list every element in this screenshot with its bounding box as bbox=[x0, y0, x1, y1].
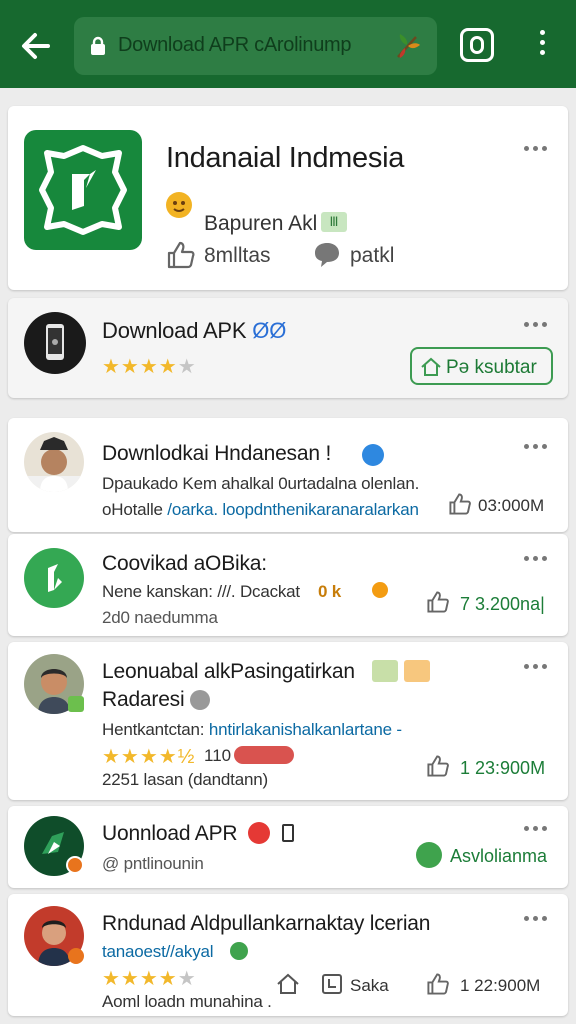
developer-badge: Ⅲ bbox=[321, 212, 347, 232]
avatar bbox=[24, 432, 84, 492]
comments-count: patkl bbox=[350, 244, 395, 267]
heart-icon bbox=[248, 822, 270, 844]
share-icon[interactable] bbox=[320, 972, 344, 996]
feed-item[interactable]: Coovikad aOBika: Nene kanskan: ///. Dcac… bbox=[8, 534, 568, 636]
download-apk-title: Download APK ØØ bbox=[102, 318, 287, 343]
thumbs-up-icon[interactable] bbox=[426, 754, 450, 778]
feed-text-line: oHotalle /oarka. loopdnthenikaranaralark… bbox=[102, 500, 419, 519]
thumbs-up-icon[interactable] bbox=[166, 240, 196, 270]
like-count: 1 23:900M bbox=[460, 758, 546, 778]
feed-link[interactable]: /oarka. loopdnthenikaranaralarkan bbox=[167, 500, 419, 519]
feed-text-line: 2251 lasan (dandtann) bbox=[102, 770, 268, 789]
back-arrow-icon[interactable] bbox=[16, 26, 56, 66]
home-icon bbox=[421, 357, 441, 376]
like-count: 1 22:900M bbox=[460, 976, 541, 995]
feed-title: Leonuabal alkPasingatirkan bbox=[102, 660, 355, 683]
sticker-icon bbox=[404, 660, 430, 682]
like-count: 03:000M bbox=[478, 496, 545, 515]
comment-icon[interactable] bbox=[312, 240, 342, 270]
action-label[interactable]: Asvlolianma bbox=[450, 846, 547, 867]
heart-icon bbox=[230, 942, 248, 960]
feed-text-line: Nene kanskan: ///. Dcackat bbox=[102, 582, 300, 601]
more-options-icon[interactable] bbox=[524, 556, 554, 566]
feed-link[interactable]: tanaoest//akyal bbox=[102, 942, 214, 962]
feed-item[interactable]: Downlodkai Hndanesan ! Dpaukado Kem ahal… bbox=[8, 418, 568, 532]
more-options-icon[interactable] bbox=[524, 146, 554, 156]
address-bar-text: Download APR cArolinump bbox=[118, 34, 352, 56]
app-logo bbox=[24, 130, 142, 250]
feed-item[interactable]: Uonnload APR @ pntlinounin Asvlolianma bbox=[8, 806, 568, 888]
feed-title: Downlodkai Hndanesan ! bbox=[102, 442, 332, 465]
feed-link[interactable]: hntirlakanishalkanlartane - bbox=[209, 720, 402, 739]
badge-icon bbox=[68, 948, 84, 964]
info-icon bbox=[190, 690, 210, 710]
feed-title-line2: Radaresi bbox=[102, 688, 185, 711]
download-button[interactable]: Pǝ ksubtar bbox=[410, 347, 553, 385]
android-icon bbox=[416, 842, 442, 868]
emoji-icon bbox=[166, 192, 192, 218]
more-options-icon[interactable] bbox=[524, 664, 554, 674]
share-label[interactable]: Saka bbox=[350, 976, 389, 996]
app-title: Indanaial Indmesia bbox=[166, 142, 405, 174]
shield-badge-icon bbox=[39, 145, 127, 235]
verified-icon bbox=[362, 444, 384, 466]
feed-title: Uonnload APR bbox=[102, 822, 238, 845]
more-options-icon[interactable] bbox=[524, 916, 554, 926]
home-icon[interactable] bbox=[276, 972, 300, 996]
feed-text-line: Hentkantctan: hntirlakanishalkanlartane … bbox=[102, 720, 402, 739]
feed-text-line: Aoml loadn munahina . bbox=[102, 992, 272, 1011]
more-options-icon[interactable] bbox=[524, 444, 554, 454]
feed-item[interactable]: Rndunad Aldpullankarnaktay lcerian tanao… bbox=[8, 894, 568, 1016]
heart-icon bbox=[372, 582, 388, 598]
feed-badge: 0 k bbox=[318, 582, 342, 601]
app-header-card: Indanaial Indmesia Bapuren Akl Ⅲ 8mlltas… bbox=[8, 106, 568, 290]
rating-stars: ★★★★★ bbox=[102, 356, 197, 378]
rating-value: 110 bbox=[204, 746, 232, 765]
lock-icon bbox=[91, 36, 105, 55]
overflow-menu-icon[interactable] bbox=[530, 30, 554, 60]
download-button-label: Pǝ ksubtar bbox=[446, 357, 537, 378]
feed-title: Coovikad aOBika: bbox=[102, 552, 267, 575]
feed-title: Rndunad Aldpullankarnaktay lcerian bbox=[102, 912, 431, 935]
download-apk-card: Download APK ØØ ★★★★★ Pǝ ksubtar bbox=[8, 298, 568, 398]
avatar bbox=[24, 548, 84, 608]
flower-icons bbox=[234, 746, 294, 764]
tab-switcher-button[interactable] bbox=[460, 28, 494, 62]
feed-text-line: 2d0 naedumma bbox=[102, 608, 218, 627]
phone-thumbnail bbox=[24, 312, 86, 374]
browser-toolbar: Download APR cArolinump bbox=[0, 0, 576, 88]
more-options-icon[interactable] bbox=[524, 826, 554, 836]
rating-stars: ★★★★½ bbox=[102, 746, 196, 768]
badge-icon bbox=[66, 856, 84, 874]
thumbs-up-icon[interactable] bbox=[426, 590, 450, 614]
thumbs-up-icon[interactable] bbox=[448, 492, 472, 516]
developer-name[interactable]: Bapuren Akl bbox=[204, 212, 317, 236]
like-count: 7 3.200na| bbox=[460, 594, 545, 614]
feed-item[interactable]: Leonuabal alkPasingatirkan Radaresi Hent… bbox=[8, 642, 568, 800]
address-bar[interactable]: Download APR cArolinump bbox=[74, 17, 437, 75]
more-options-icon[interactable] bbox=[524, 322, 554, 332]
thumbs-up-icon[interactable] bbox=[426, 972, 450, 996]
leaf-icon bbox=[397, 34, 420, 58]
rating-stars: ★★★★★ bbox=[102, 968, 197, 990]
online-badge bbox=[68, 696, 84, 712]
bookmark-icon bbox=[282, 824, 294, 842]
feed-subtitle: @ pntlinounin bbox=[102, 854, 204, 873]
feed-text-line: Dpaukado Kem ahalkal 0urtadalna olenlan. bbox=[102, 474, 420, 493]
sticker-icon bbox=[372, 660, 398, 682]
likes-count: 8mlltas bbox=[204, 244, 271, 267]
